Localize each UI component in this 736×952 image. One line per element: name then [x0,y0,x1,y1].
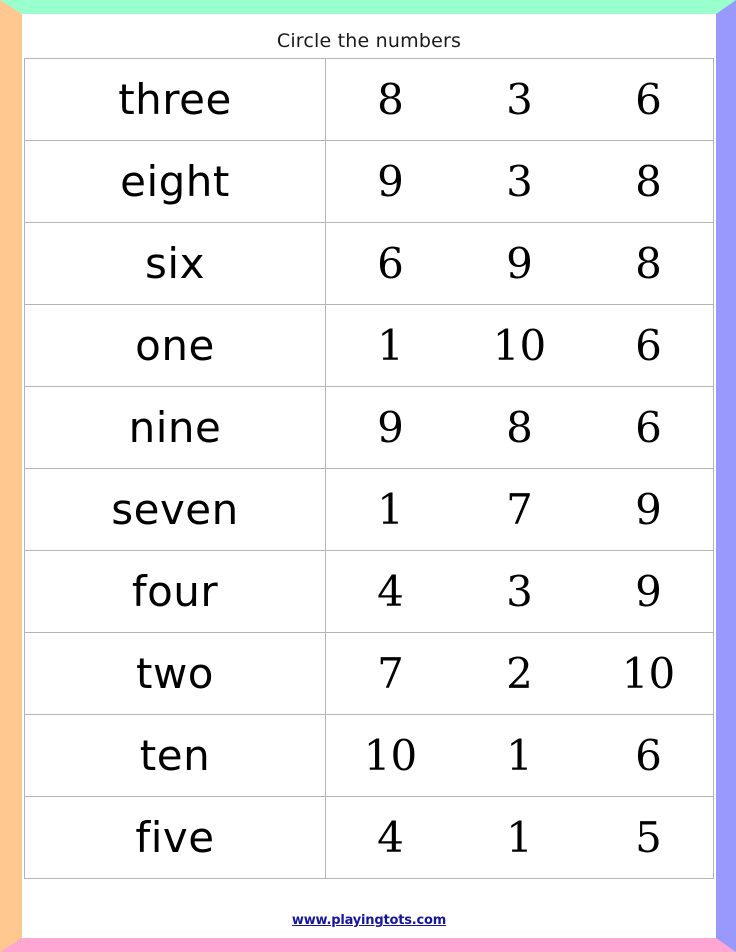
number-choice[interactable]: 8 [584,242,713,285]
number-choices-cell: 1 10 6 [325,304,714,387]
number-choice-group: 10 1 6 [326,715,713,796]
number-word-cell: three [24,58,326,141]
table-row: seven 1 7 9 [24,468,714,551]
table-row: one 1 10 6 [24,304,714,387]
number-choices-cell: 179 [325,468,714,551]
number-choice[interactable]: 6 [584,406,713,449]
number-choice[interactable]: 5 [584,816,713,859]
number-word-cell: four [24,550,326,633]
number-choice-group: 7 2 10 [326,633,713,714]
number-choice-group: 938 [326,141,713,222]
page-border-bottom [22,938,716,952]
table-row: three 8 3 6 [24,58,714,141]
page-border-corner-bottom-left [0,938,22,952]
number-choice[interactable]: 6 [584,324,713,367]
number-choices-cell: 698 [325,222,714,305]
number-choice[interactable]: 9 [455,242,584,285]
number-choice[interactable]: 6 [584,734,713,777]
number-choice[interactable]: 1 [455,734,584,777]
number-word-cell: two [24,632,326,715]
number-word-cell: five [24,796,326,879]
number-choice[interactable]: 2 [455,652,584,695]
number-choice[interactable]: 1 [326,488,455,531]
number-choice[interactable]: 6 [326,242,455,285]
number-choices-cell: 415 [325,796,714,879]
number-choice[interactable]: 4 [326,570,455,613]
footer: www.playingtots.com [22,909,716,928]
number-word-cell: one [24,304,326,387]
worksheet-table-body: three 8 3 6 eight 9 3 8 six 6 9 8 one 1 10 6 nine 9 8 6 seve… [24,58,714,879]
page-border-left [0,0,22,938]
number-word-cell: seven [24,468,326,551]
table-row: five 4 1 5 [24,796,714,879]
table-row: ten 10 1 6 [24,714,714,797]
number-choice-group: 179 [326,469,713,550]
number-choice[interactable]: 1 [455,816,584,859]
number-choice[interactable]: 8 [326,78,455,121]
number-word-cell: nine [24,386,326,469]
number-choice-group: 836 [326,59,713,140]
page-border-right [716,14,736,952]
number-choices-cell: 439 [325,550,714,633]
number-choices-cell: 10 1 6 [325,714,714,797]
number-choice[interactable]: 9 [584,570,713,613]
number-choices-cell: 938 [325,140,714,223]
number-choice[interactable]: 8 [584,160,713,203]
number-choices-cell: 986 [325,386,714,469]
worksheet-table: three 8 3 6 eight 9 3 8 six 6 9 8 one 1 10 6 nine 9 8 6 seve… [24,58,714,879]
number-choice[interactable]: 7 [326,652,455,695]
page-border-top [22,0,736,14]
number-choice[interactable]: 7 [455,488,584,531]
number-choice[interactable]: 3 [455,160,584,203]
number-choices-cell: 7 2 10 [325,632,714,715]
page-content-area: Circle the numbers three 8 3 6 eight 9 3 8 six 6 9… [22,14,716,938]
table-row: two 7 2 10 [24,632,714,715]
worksheet-page: Circle the numbers three 8 3 6 eight 9 3 8 six 6 9… [0,0,736,952]
number-choice[interactable]: 9 [326,160,455,203]
number-choice[interactable]: 8 [455,406,584,449]
page-title: Circle the numbers [276,30,462,52]
table-row: nine 9 8 6 [24,386,714,469]
website-link[interactable]: www.playingtots.com [292,913,446,928]
number-word-cell: ten [24,714,326,797]
number-choice-group: 986 [326,387,713,468]
number-word-cell: eight [24,140,326,223]
number-choice-group: 698 [326,223,713,304]
number-choice[interactable]: 10 [584,652,713,695]
number-word-cell: six [24,222,326,305]
number-choice[interactable]: 10 [326,734,455,777]
page-border-corner-top-left [0,0,22,14]
number-choice[interactable]: 3 [455,570,584,613]
page-border-corner-bottom-right [716,938,736,952]
table-row: eight 9 3 8 [24,140,714,223]
page-border-corner-top-right [716,0,736,14]
number-choices-cell: 836 [325,58,714,141]
number-choice[interactable]: 6 [584,78,713,121]
number-choice[interactable]: 4 [326,816,455,859]
number-choice[interactable]: 1 [326,324,455,367]
number-choice-group: 439 [326,551,713,632]
table-row: six 6 9 8 [24,222,714,305]
table-row: four 4 3 9 [24,550,714,633]
number-choice-group: 1 10 6 [326,305,713,386]
number-choice[interactable]: 9 [326,406,455,449]
number-choice-group: 415 [326,797,713,878]
number-choice[interactable]: 3 [455,78,584,121]
number-choice[interactable]: 10 [455,324,584,367]
number-choice[interactable]: 9 [584,488,713,531]
